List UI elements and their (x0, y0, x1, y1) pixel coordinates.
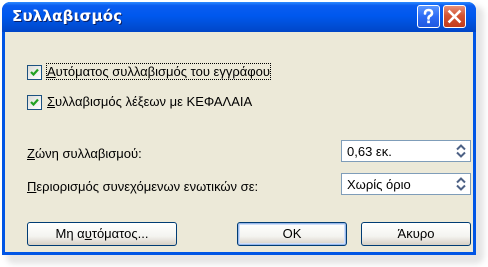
hyphenate-caps-checkbox[interactable] (27, 95, 42, 110)
limit-label: Περιορισμός συνεχόμενων ενωτικών σε: (27, 179, 259, 194)
zone-label: Ζώνη συλλαβισμού: (27, 146, 142, 161)
zone-spinbox[interactable]: 0,63 εκ. (341, 140, 471, 162)
close-x-icon (447, 9, 462, 24)
hyphenate-caps-option[interactable]: Συλλαβισμός λέξεων με ΚΕΦΑΛΑΙΑ (27, 94, 357, 111)
spin-up-down-icon (456, 144, 466, 158)
ok-button[interactable]: OK (237, 222, 347, 246)
hyphenate-caps-label: Συλλαβισμός λέξεων με ΚΕΦΑΛΑΙΑ (47, 94, 253, 109)
checkmark-icon (30, 98, 39, 107)
checkmark-icon (30, 68, 39, 77)
hyphenation-dialog: Συλλαβισμός Αυτόματος συλλαβισμός του εγ… (2, 2, 476, 255)
auto-hyphenate-checkbox[interactable] (27, 65, 42, 80)
limit-value: Χωρίς όριο (347, 177, 411, 192)
question-mark-icon (423, 8, 434, 24)
auto-hyphenate-label: Αυτόματος συλλαβισμός του εγγράφου (45, 63, 272, 80)
help-button[interactable] (417, 5, 440, 28)
title-bar[interactable]: Συλλαβισμός (2, 2, 476, 32)
dialog-title: Συλλαβισμός (12, 7, 123, 25)
limit-spinbox[interactable]: Χωρίς όριο (341, 173, 471, 195)
close-button[interactable] (443, 5, 466, 28)
dialog-body: Αυτόματος συλλαβισμός του εγγράφου Συλλα… (5, 32, 473, 252)
zone-value: 0,63 εκ. (347, 144, 392, 159)
auto-hyphenate-option[interactable]: Αυτόματος συλλαβισμός του εγγράφου (27, 63, 357, 81)
zone-spin-buttons[interactable] (453, 142, 469, 160)
cancel-button[interactable]: Άκυρο (361, 222, 471, 246)
limit-spin-buttons[interactable] (453, 175, 469, 193)
spin-up-down-icon (456, 177, 466, 191)
manual-button[interactable]: Μη αυτόματος... (27, 222, 177, 246)
